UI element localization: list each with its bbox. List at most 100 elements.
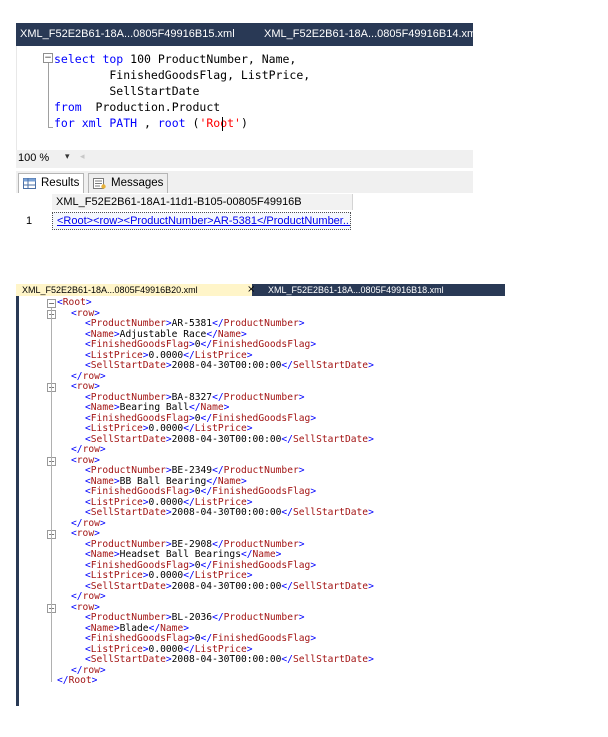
xml-document-view[interactable]: −<Root>−<row><ProductNumber>AR-5381</Pro… xyxy=(16,296,508,706)
xml-bracket: </ xyxy=(281,433,293,445)
xml-tag-name: ProductNumber xyxy=(223,465,299,476)
xml-bracket: > xyxy=(298,318,305,329)
fold-guide xyxy=(51,308,52,682)
tab-results[interactable]: Results xyxy=(18,173,85,194)
xml-value: 2008-04-30T00:00:00 xyxy=(171,433,282,445)
xml-bracket: > xyxy=(99,517,106,529)
xml-bracket: > xyxy=(85,297,92,308)
xml-root-close: </Root> xyxy=(57,675,97,687)
xml-bracket: > xyxy=(183,622,190,634)
zoom-dropdown-icon[interactable]: ▾ xyxy=(65,152,70,162)
xml-bracket: > xyxy=(298,612,305,623)
xml-bracket: > xyxy=(298,538,305,550)
xml-bracket: > xyxy=(240,475,247,487)
xml-tag-name: FinishedGoodsFlag xyxy=(212,486,311,497)
code-line-3: SellStartDate xyxy=(54,84,200,98)
xml-bracket: > xyxy=(94,528,100,539)
grid-icon xyxy=(23,178,36,189)
xml-bracket: </ xyxy=(71,664,83,676)
xml-bracket: > xyxy=(94,454,100,466)
xml-tag-name: row xyxy=(76,381,95,392)
xml-tag-name: Name xyxy=(252,549,276,560)
xml-bracket: > xyxy=(99,664,106,676)
xml-bracket: </ xyxy=(281,580,293,592)
xml-bracket: </ xyxy=(183,496,195,508)
xml-bracket: </ xyxy=(206,328,218,340)
tab-messages[interactable]: Messages xyxy=(88,173,169,194)
code-line-5: for xml PATH , root ('Root') xyxy=(54,115,248,131)
xml-tab-b20[interactable]: XML_F52E2B61-18A...0805F49916B20.xml xyxy=(16,284,252,296)
query-tab-b15[interactable]: XML_F52E2B61-18A...0805F49916B15.xml xyxy=(16,23,256,46)
results-grid: XML_F52E2B61-18A1-11d1-B105-00805F49916B… xyxy=(16,193,473,233)
xml-bracket: </ xyxy=(71,591,83,602)
code-keyword: select top xyxy=(54,52,124,66)
xml-tag-name: row xyxy=(76,454,95,466)
xml-bracket: > xyxy=(240,328,247,340)
xml-bracket: </ xyxy=(200,486,213,497)
xml-field-line: <SellStartDate>2008-04-30T00:00:00</Sell… xyxy=(85,580,374,593)
xml-tag-name: ListPrice xyxy=(90,570,143,581)
xml-bracket: </ xyxy=(71,517,83,529)
xml-tag-name: row xyxy=(82,517,100,529)
tab-messages-label: Messages xyxy=(111,177,164,189)
xml-tag-name: ProductNumber xyxy=(90,318,166,329)
xml-tag-name: ListPrice xyxy=(194,349,247,361)
code-line-2: FinishedGoodsFlag, ListPrice, xyxy=(54,68,311,82)
xml-bracket: </ xyxy=(281,507,293,518)
xml-tag-name: row xyxy=(82,664,100,676)
xml-tag-name: row xyxy=(76,307,95,319)
xml-bracket: > xyxy=(368,360,374,371)
xml-tab-b18[interactable]: XML_F52E2B61-18A...0805F49916B18.xml xyxy=(262,284,505,296)
xml-value: BA-8327 xyxy=(171,391,213,403)
sql-editor[interactable]: − select top 100 ProductNumber, Name, Fi… xyxy=(16,46,474,150)
xml-bracket: </ xyxy=(71,444,83,455)
xml-field-line: <SellStartDate>2008-04-30T00:00:00</Sell… xyxy=(85,507,374,519)
xml-bracket: > xyxy=(94,601,100,613)
xml-tag-name: SellStartDate xyxy=(292,433,369,445)
xml-tab-strip: XML_F52E2B61-18A...0805F49916B20.xml × X… xyxy=(16,284,505,296)
text-caret xyxy=(222,117,223,131)
xml-bracket: </ xyxy=(281,654,293,665)
xml-bracket: </ xyxy=(200,339,213,350)
close-icon[interactable]: × xyxy=(247,284,255,296)
xml-result-link[interactable]: <Root><row><ProductNumber>AR-5381</Produ… xyxy=(52,212,351,230)
xml-bracket: > xyxy=(368,580,374,592)
messages-icon xyxy=(93,178,106,189)
xml-bracket: </ xyxy=(183,349,195,361)
xml-value: BE-2908 xyxy=(171,538,213,550)
xml-tag-name: ListPrice xyxy=(194,643,247,655)
xml-bracket: > xyxy=(275,549,282,560)
row-number[interactable]: 1 xyxy=(16,212,56,230)
code-keyword: for xml PATH xyxy=(54,116,138,130)
xml-tag-name: row xyxy=(82,591,100,602)
xml-bracket: </ xyxy=(212,612,224,623)
xml-bracket: </ xyxy=(71,370,83,382)
column-header[interactable]: XML_F52E2B61-18A1-11d1-B105-00805F49916B xyxy=(52,194,353,210)
xml-bracket: </ xyxy=(57,675,69,686)
scroll-left-icon[interactable]: ◂ xyxy=(80,152,85,162)
collapse-node-icon[interactable]: − xyxy=(47,299,56,308)
xml-tag-name: ListPrice xyxy=(90,349,143,361)
xml-value: 0.0000 xyxy=(148,643,184,655)
xml-tag-name: SellStartDate xyxy=(292,580,369,592)
xml-tag-name: ProductNumber xyxy=(223,612,299,623)
xml-tag-name: ProductNumber xyxy=(223,391,299,403)
xml-bracket: > xyxy=(310,559,317,571)
xml-tag-name: Name xyxy=(90,475,114,487)
xml-tag-name: ListPrice xyxy=(90,496,143,508)
code-text: ) xyxy=(240,116,248,130)
xml-tag-name: ListPrice xyxy=(194,423,247,434)
results-tab-strip: Results Messages xyxy=(16,171,473,194)
zoom-level-select[interactable]: 100 % xyxy=(18,152,49,164)
xml-tag-name: SellStartDate xyxy=(90,433,166,445)
xml-tag-name: row xyxy=(82,370,100,382)
code-keyword: from xyxy=(54,100,82,114)
xml-value: Adjustable Race xyxy=(119,328,207,340)
collapse-toggle-icon[interactable]: − xyxy=(43,53,53,63)
xml-value: BE-2349 xyxy=(171,465,213,476)
xml-bracket: > xyxy=(368,507,374,518)
xml-value: 0.0000 xyxy=(148,349,184,361)
xml-tag-name: FinishedGoodsFlag xyxy=(90,486,189,497)
xml-tag-name: ProductNumber xyxy=(90,538,166,550)
query-tab-b14[interactable]: XML_F52E2B61-18A...0805F49916B14.xml xyxy=(260,23,477,46)
